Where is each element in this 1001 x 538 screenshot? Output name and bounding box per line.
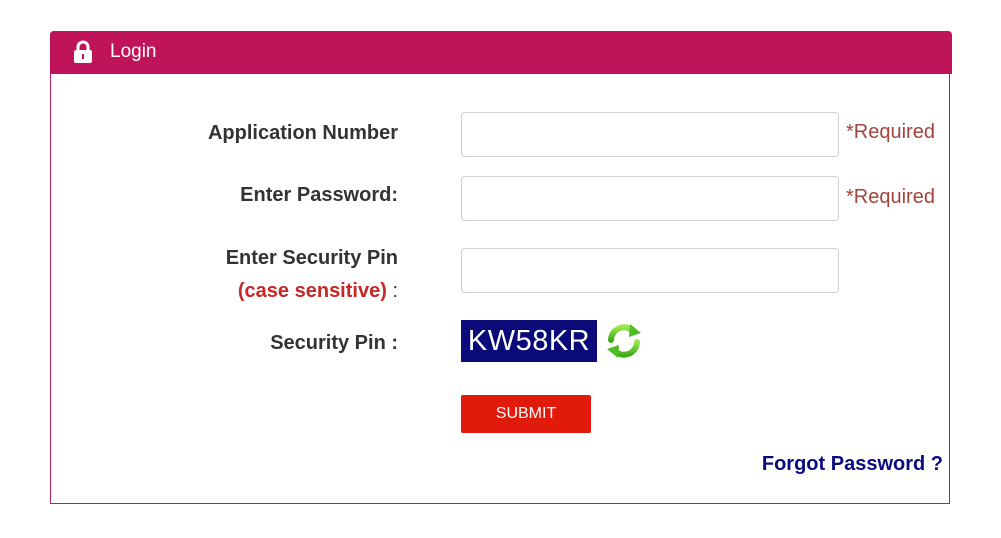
panel-header: Login	[50, 31, 952, 74]
security-pin-input-sublabel-row: (case sensitive) :	[226, 275, 398, 308]
login-panel: Login Application Number *Required Enter…	[50, 31, 952, 504]
forgot-password-link[interactable]: Forgot Password ?	[762, 453, 943, 476]
lock-icon	[74, 40, 92, 63]
security-pin-input-label-block: Enter Security Pin (case sensitive) :	[226, 242, 398, 308]
application-number-label: Application Number	[207, 122, 398, 144]
submit-button[interactable]: SUBMIT	[461, 395, 591, 433]
security-pin-input[interactable]	[461, 248, 839, 293]
password-required: *Required	[846, 186, 935, 208]
application-number-required: *Required	[846, 121, 935, 143]
refresh-icon[interactable]	[603, 320, 645, 362]
captcha-image: KW58KR	[461, 320, 597, 362]
security-pin-input-colon: :	[392, 280, 398, 302]
application-number-input[interactable]	[461, 112, 839, 157]
case-sensitive-note: (case sensitive)	[237, 280, 387, 302]
security-pin-input-label: Enter Security Pin	[225, 247, 398, 269]
password-label: Enter Password:	[240, 184, 398, 206]
header-title: Login	[110, 41, 157, 62]
security-pin-label: Security Pin :	[270, 332, 398, 354]
password-input[interactable]	[461, 176, 839, 221]
